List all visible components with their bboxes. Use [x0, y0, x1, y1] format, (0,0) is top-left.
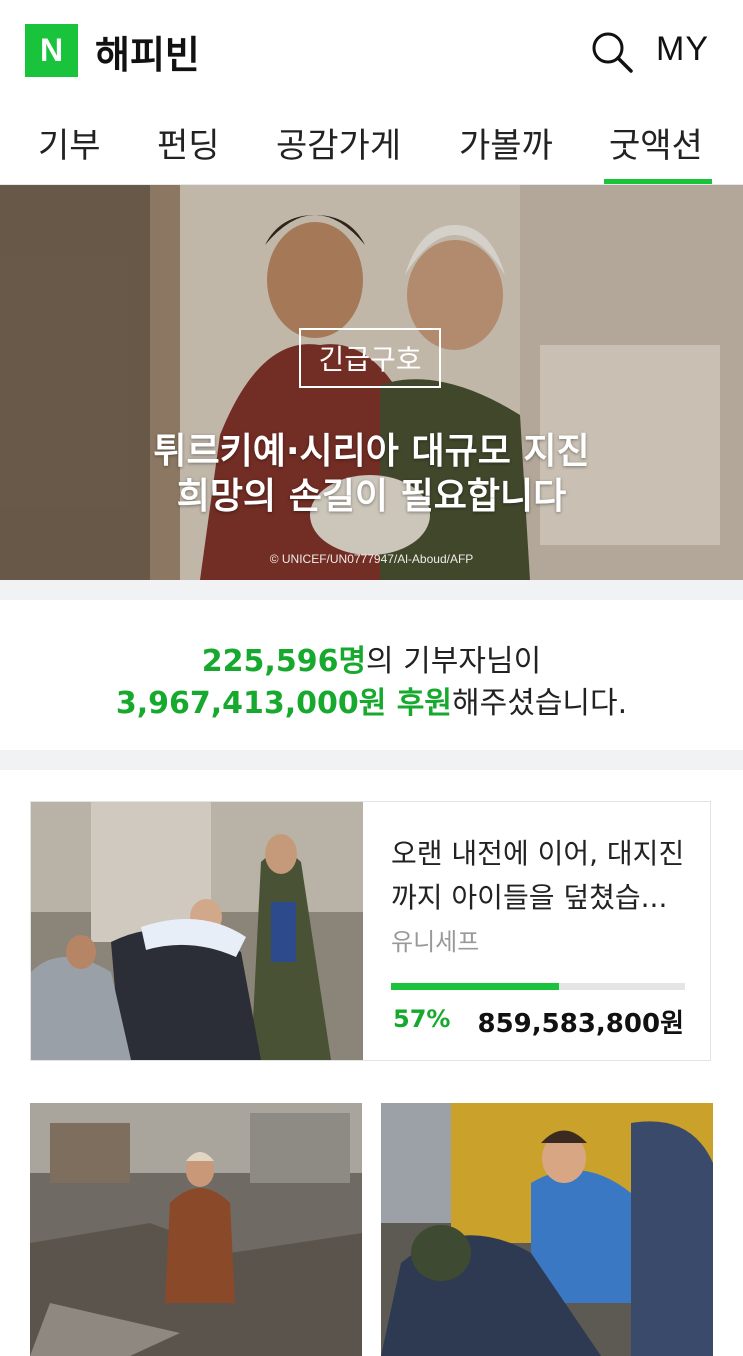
photo-credit: © UNICEF/UN0777947/Al-Aboud/AFP — [269, 552, 474, 566]
campaign-title[interactable]: 오랜 내전에 이어, 대지진 까지 아이들을 덮쳤습... — [391, 832, 691, 920]
campaign-amount: 859,583,800원 — [477, 1009, 685, 1039]
campaign-thumbnail — [31, 802, 363, 1060]
active-tab-indicator — [604, 179, 712, 184]
donor-count: 225,596명 — [201, 644, 367, 679]
campaign-progress-fill — [391, 983, 559, 990]
emergency-relief-badge: 긴급구호 — [299, 328, 441, 388]
hero-headline-line2: 희망의 손길이 필요합니다 — [176, 476, 567, 517]
donation-amount-suffix: 해주셨습니다. — [452, 686, 628, 721]
tab-funding[interactable]: 펀딩 — [157, 118, 220, 167]
campaign-thumbnail-right[interactable] — [381, 1103, 713, 1356]
top-header: N 해피빈 MY — [0, 0, 743, 100]
total-donation-amount: 3,967,413,000원 후원 — [115, 686, 453, 721]
category-tabs: 기부 펀딩 공감가게 가볼까 굿액션 — [0, 100, 743, 185]
tab-good-action[interactable]: 굿액션 — [609, 118, 703, 167]
app-title[interactable]: 해피빈 — [95, 24, 200, 79]
campaign-percent: 57% — [393, 1005, 451, 1033]
my-page-link[interactable]: MY — [656, 30, 709, 69]
donation-amount-line: 3,967,413,000원 후원해주셨습니다. — [0, 678, 743, 722]
donor-count-suffix: 의 기부자님이 — [366, 644, 542, 679]
campaign-card[interactable]: 오랜 내전에 이어, 대지진 까지 아이들을 덮쳤습... 유니세프 57% 8… — [30, 801, 711, 1061]
campaign-thumbnail-left[interactable] — [30, 1103, 362, 1356]
campaign-progress-bar — [391, 983, 685, 990]
hero-banner[interactable]: 긴급구호 튀르키예·시리아 대규모 지진 희망의 손길이 필요합니다 © UNI… — [0, 185, 743, 580]
tab-empathy-store[interactable]: 공감가게 — [276, 118, 401, 167]
naver-logo[interactable]: N — [25, 24, 78, 77]
donor-count-line: 225,596명의 기부자님이 — [0, 636, 743, 680]
tab-donate[interactable]: 기부 — [38, 118, 101, 167]
donation-summary: 225,596명의 기부자님이 3,967,413,000원 후원해주셨습니다. — [0, 620, 743, 750]
section-divider — [0, 580, 743, 600]
search-icon[interactable] — [590, 30, 634, 74]
section-divider — [0, 750, 743, 770]
campaign-organization: 유니세프 — [391, 928, 480, 956]
tab-lets-go[interactable]: 가볼까 — [459, 118, 553, 167]
